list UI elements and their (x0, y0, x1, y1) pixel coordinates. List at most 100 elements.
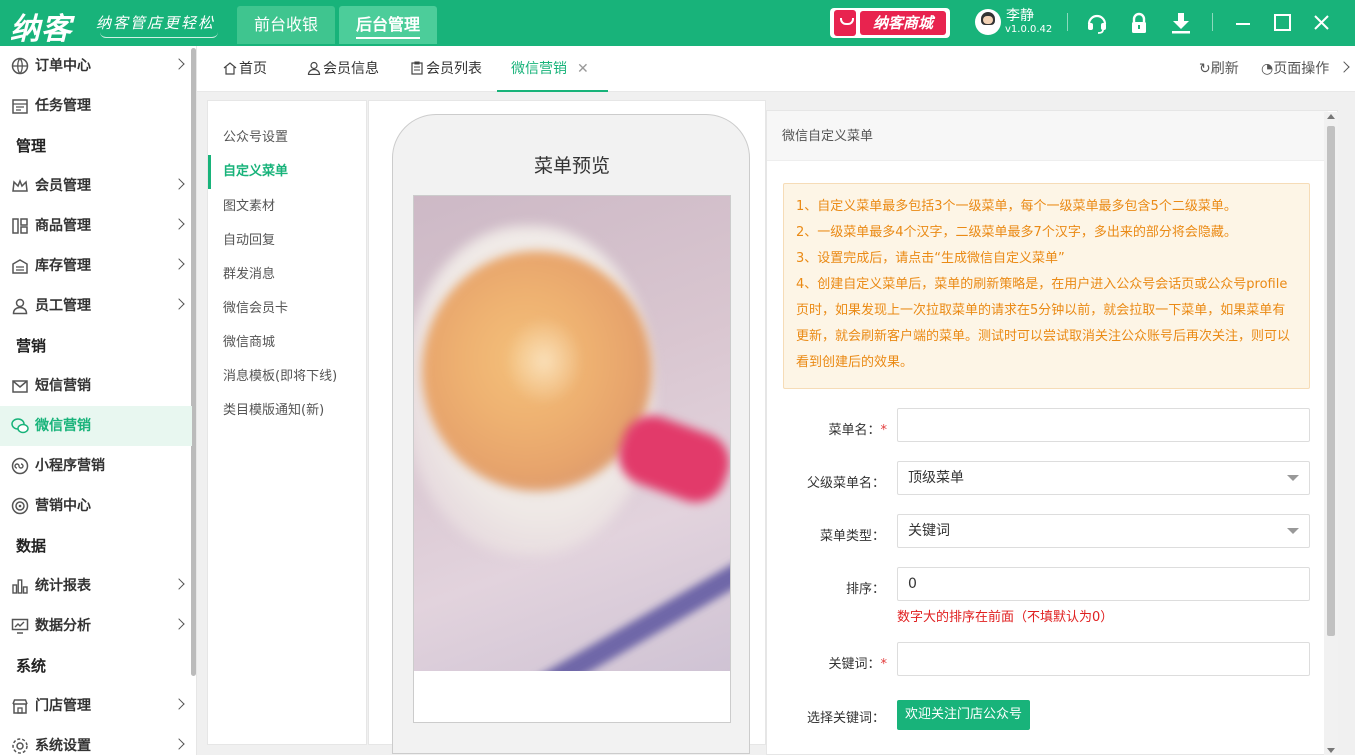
preview-background-image (414, 196, 730, 671)
keyword-option-button[interactable]: 欢迎关注门店公众号 (897, 700, 1031, 730)
parent-menu-select[interactable]: 顶级菜单 (897, 461, 1310, 495)
wechat-submenu: 公众号设置 自定义菜单 图文素材 自动回复 群发消息 微信会员卡 微信商城 消息… (207, 100, 367, 745)
sidebar-item-stores[interactable]: 门店管理 (0, 686, 192, 726)
wechat-icon (11, 418, 29, 434)
submenu-category-template[interactable]: 类目模版通知(新) (208, 394, 366, 428)
submenu-member-card[interactable]: 微信会员卡 (208, 292, 366, 326)
sort-label: 排序： (845, 582, 885, 597)
phone-screen (413, 195, 731, 723)
sidebar: 订单中心 任务管理 管理 会员管理 商品管理 库存管理 员工管理 营销 短信营销… (0, 46, 197, 755)
parent-menu-label: 父级菜单名： (806, 476, 885, 491)
sidebar-item-sms[interactable]: 短信营销 (0, 366, 192, 406)
tab-strip: 首页 会员信息 会员列表 微信营销 ✕ ↻刷新 ◔页面操作 (197, 46, 1355, 92)
sidebar-item-staff[interactable]: 员工管理 (0, 286, 192, 326)
calendar-icon (12, 99, 28, 114)
sidebar-item-marketing-center[interactable]: 营销中心 (0, 486, 192, 526)
maximize-icon[interactable] (1268, 9, 1296, 37)
sidebar-item-products[interactable]: 商品管理 (0, 206, 192, 246)
chevron-right-icon (173, 698, 185, 710)
sidebar-item-members[interactable]: 会员管理 (0, 166, 192, 206)
globe-icon (11, 57, 29, 75)
headset-icon[interactable] (1085, 11, 1109, 35)
app-version: v1.0.0.42 (1005, 24, 1053, 35)
submenu-articles[interactable]: 图文素材 (208, 190, 366, 224)
sidebar-section-system: 系统 (16, 657, 47, 675)
notice-line: 2、一级菜单最多4个汉字，二级菜单最多7个汉字，多出来的部分将会隐藏。 (796, 225, 1237, 240)
top-tab-backend[interactable]: 后台管理 (339, 6, 437, 44)
chevron-right-icon (173, 58, 185, 70)
app-slogan: 纳客管店更轻松 (96, 14, 216, 32)
sidebar-section-manage: 管理 (16, 137, 47, 155)
tab-close-icon[interactable]: ✕ (577, 61, 589, 77)
keyword-input[interactable] (897, 642, 1310, 676)
person-icon (12, 298, 28, 315)
custom-menu-form: 微信自定义菜单 1、自定义菜单最多包括3个一级菜单，每个一级菜单最多包含5个二级… (766, 110, 1338, 755)
tab-member-info[interactable]: 会员信息 (307, 46, 379, 92)
tab-wechat-marketing[interactable]: 微信营销 ✕ (497, 46, 608, 92)
clipboard-icon (411, 61, 423, 75)
sidebar-item-tasks[interactable]: 任务管理 (0, 86, 192, 126)
menu-type-select[interactable]: 关键词 (897, 514, 1310, 548)
sort-hint: 数字大的排序在前面（不填默认为0） (897, 610, 1114, 625)
menu-preview-panel: 菜单预览 (368, 100, 766, 754)
divider (1067, 13, 1068, 31)
scroll-up-icon[interactable] (1327, 114, 1335, 119)
chevron-right-icon (173, 738, 185, 750)
preview-title: 菜单预览 (533, 155, 610, 177)
chevron-right-icon (173, 298, 185, 310)
sidebar-item-orders[interactable]: 订单中心 (0, 46, 192, 86)
chevron-right-icon[interactable] (1338, 61, 1350, 73)
refresh-button[interactable]: ↻刷新 (1199, 46, 1239, 92)
user-avatar[interactable] (975, 9, 1001, 35)
submenu-message-template[interactable]: 消息模板(即将下线) (208, 360, 366, 394)
submenu-wechat-mall[interactable]: 微信商城 (208, 326, 366, 360)
scroll-thumb[interactable] (1327, 126, 1335, 636)
choose-keyword-label: 选择关键词： (806, 711, 885, 726)
tab-home[interactable]: 首页 (223, 46, 267, 92)
slogan-swash (100, 32, 218, 38)
tab-member-list[interactable]: 会员列表 (410, 46, 482, 92)
minimize-icon[interactable] (1229, 9, 1257, 37)
user-name[interactable]: 李静 (1006, 5, 1034, 25)
sidebar-item-reports[interactable]: 统计报表 (0, 566, 192, 606)
download-icon[interactable] (1169, 11, 1193, 35)
phone-frame: 菜单预览 (392, 114, 750, 754)
sidebar-item-wechat[interactable]: 微信营销 (0, 406, 192, 446)
sidebar-item-analysis[interactable]: 数据分析 (0, 606, 192, 646)
lock-icon[interactable] (1127, 11, 1151, 35)
submenu-broadcast[interactable]: 群发消息 (208, 258, 366, 292)
sidebar-item-miniprogram[interactable]: 小程序营销 (0, 446, 192, 486)
main-content: 公众号设置 自定义菜单 图文素材 自动回复 群发消息 微信会员卡 微信商城 消息… (197, 92, 1355, 755)
sidebar-item-inventory[interactable]: 库存管理 (0, 246, 192, 286)
monitor-chart-icon (11, 618, 29, 634)
shopping-bag-icon (834, 10, 856, 36)
sidebar-section-marketing: 营销 (16, 337, 47, 355)
divider (1212, 13, 1213, 31)
sidebar-section-data: 数据 (16, 537, 47, 555)
page-ops-button[interactable]: ◔页面操作 (1261, 46, 1329, 92)
person-outline-icon (307, 61, 321, 75)
menu-name-input[interactable] (897, 408, 1310, 442)
store-icon (12, 699, 28, 714)
mall-label: 纳客商城 (860, 11, 946, 35)
submenu-auto-reply[interactable]: 自动回复 (208, 224, 366, 258)
warehouse-icon (12, 259, 28, 274)
gear-icon (12, 738, 28, 754)
sidebar-item-settings[interactable]: 系统设置 (0, 726, 192, 755)
top-tab-frontdesk[interactable]: 前台收银 (237, 6, 335, 44)
sort-input[interactable]: 0 (897, 567, 1310, 601)
submenu-custom-menu[interactable]: 自定义菜单 (208, 155, 366, 189)
scroll-down-icon[interactable] (1327, 748, 1335, 753)
submenu-official-account[interactable]: 公众号设置 (208, 121, 366, 155)
chevron-right-icon (173, 178, 185, 190)
notice-box: 1、自定义菜单最多包括3个一级菜单，每个一级菜单最多包含5个二级菜单。 2、一级… (783, 183, 1310, 389)
menu-type-label: 菜单类型： (819, 529, 885, 544)
chevron-right-icon (173, 258, 185, 270)
mall-button[interactable]: 纳客商城 (830, 8, 950, 38)
notice-line: 1、自定义菜单最多包括3个一级菜单，每个一级菜单最多包含5个二级菜单。 (796, 199, 1237, 214)
bar-chart-icon (12, 579, 28, 594)
content-scrollbar[interactable] (1324, 112, 1338, 755)
top-bar: 纳客 纳客管店更轻松 前台收银 后台管理 纳客商城 李静 v1.0.0.42 (0, 0, 1355, 47)
close-icon[interactable] (1307, 9, 1335, 37)
form-header: 微信自定义菜单 (767, 111, 1328, 161)
